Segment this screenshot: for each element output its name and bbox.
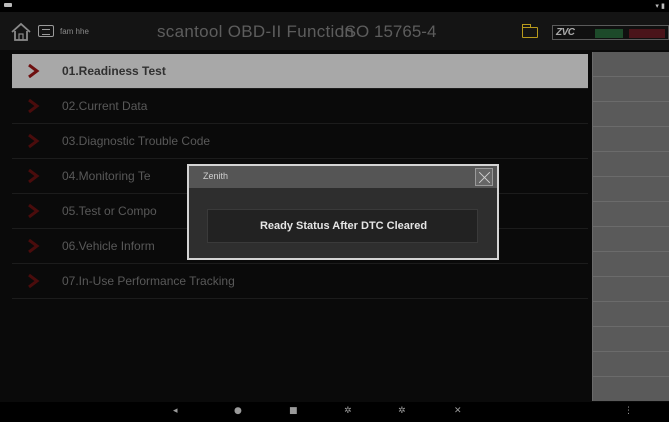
title-bar: fam hhe scantool OBD-II Function ISO 157… [0, 12, 669, 50]
chevron-right-icon [26, 134, 40, 148]
side-panel-segment [593, 202, 669, 227]
status-bar: ▾ ▮ [0, 0, 669, 12]
side-panel-segment [593, 77, 669, 102]
side-panel-segment [593, 52, 669, 77]
side-panel-segment [593, 277, 669, 302]
status-icons: ▾ ▮ [655, 2, 665, 10]
close-app-icon[interactable]: ✕ [454, 406, 462, 416]
notification-icon [4, 3, 12, 7]
dialog-message: Ready Status After DTC Cleared [259, 220, 428, 232]
menu-item-current-data[interactable]: 02.Current Data [12, 89, 588, 124]
chevron-right-icon [26, 239, 40, 253]
menu-item-label: 01.Readiness Test [62, 64, 166, 78]
side-panel-segment [593, 127, 669, 152]
close-icon[interactable] [475, 168, 493, 186]
brand-logo: ZVC [552, 25, 669, 40]
chevron-right-icon [26, 99, 40, 113]
side-panel-segment [593, 152, 669, 177]
brand-red-block [629, 29, 665, 38]
side-panel-segment [593, 177, 669, 202]
home-button-icon[interactable]: ● [234, 406, 242, 416]
menu-item-label: 07.In-Use Performance Tracking [62, 274, 235, 288]
status-dialog: Zenith Ready Status After DTC Cleared [187, 164, 499, 260]
protocol-standard: ISO 15765-4 [340, 22, 437, 41]
home-icon[interactable] [10, 22, 32, 42]
side-panel-segment [593, 102, 669, 127]
menu-item-diagnostic-trouble-code[interactable]: 03.Diagnostic Trouble Code [12, 124, 588, 159]
menu-item-label: 05.Test or Compo [62, 204, 157, 218]
chevron-right-icon [26, 204, 40, 218]
menu-item-label: 06.Vehicle Inform [62, 239, 155, 253]
dialog-message-box: Ready Status After DTC Cleared [207, 209, 478, 243]
side-panel-segment [593, 302, 669, 327]
navigation-bar: ◂ ● ■ ✲ ✲ ✕ ⋮ [0, 402, 669, 422]
folder-icon[interactable] [522, 24, 538, 38]
side-panel-segment [593, 252, 669, 277]
dialog-title: Zenith [203, 171, 229, 181]
side-panel-segment [593, 227, 669, 252]
recents-icon[interactable]: ■ [289, 406, 298, 416]
chevron-right-icon [26, 64, 40, 78]
menu-item-label: 03.Diagnostic Trouble Code [62, 134, 211, 148]
brand-text: ZVC [556, 27, 575, 38]
chevron-right-icon [26, 274, 40, 288]
more-icon[interactable]: ⋮ [624, 406, 633, 416]
brand-green-block [595, 29, 623, 38]
gear-icon[interactable]: ✲ [398, 406, 406, 416]
dialog-header: Zenith [189, 166, 497, 188]
menu-item-in-use-performance-tracking[interactable]: 07.In-Use Performance Tracking [12, 264, 588, 299]
menu-item-readiness-test[interactable]: 01.Readiness Test [12, 54, 588, 89]
side-panel-segment [593, 352, 669, 377]
side-panel-segment [593, 327, 669, 352]
obd-icon [38, 25, 54, 37]
title-subtitle: fam hhe [60, 27, 89, 36]
chevron-right-icon [26, 169, 40, 183]
menu-item-label: 02.Current Data [62, 99, 148, 113]
right-side-panel [592, 52, 669, 401]
settings-icon[interactable]: ✲ [344, 406, 352, 416]
back-icon[interactable]: ◂ [173, 406, 178, 416]
menu-item-label: 04.Monitoring Te [62, 169, 151, 183]
page-title: scantool OBD-II Function [157, 22, 355, 41]
